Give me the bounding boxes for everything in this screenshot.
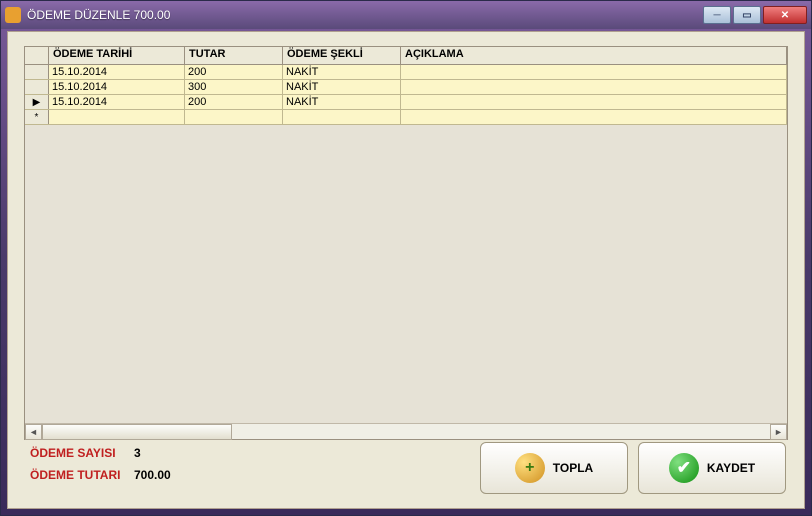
- check-icon: ✔: [669, 453, 699, 483]
- grid-body: 15.10.2014200NAKİT15.10.2014300NAKİT▶15.…: [25, 65, 787, 125]
- sum-icon: +: [515, 453, 545, 483]
- cell-desc[interactable]: [401, 110, 787, 124]
- cell-method[interactable]: NAKİT: [283, 80, 401, 94]
- summary-panel: ÖDEME SAYISI 3 ÖDEME TUTARI 700.00: [30, 446, 171, 490]
- table-row[interactable]: ▶15.10.2014200NAKİT: [25, 95, 787, 110]
- row-marker: ▶: [25, 95, 49, 109]
- cell-method[interactable]: NAKİT: [283, 65, 401, 79]
- grid-header-amount[interactable]: TUTAR: [185, 47, 283, 64]
- cell-date[interactable]: 15.10.2014: [49, 80, 185, 94]
- action-buttons: + TOPLA ✔ KAYDET: [480, 442, 786, 494]
- titlebar[interactable]: ÖDEME DÜZENLE 700.00 ─ ▭ ✕: [1, 1, 811, 29]
- scroll-right-button[interactable]: ►: [770, 424, 787, 440]
- grid-header-method[interactable]: ÖDEME ŞEKLİ: [283, 47, 401, 64]
- cell-amount[interactable]: 200: [185, 65, 283, 79]
- cell-amount[interactable]: [185, 110, 283, 124]
- cell-method[interactable]: [283, 110, 401, 124]
- cell-desc[interactable]: [401, 80, 787, 94]
- window-controls: ─ ▭ ✕: [703, 6, 807, 24]
- window-title: ÖDEME DÜZENLE 700.00: [27, 8, 703, 22]
- app-icon: [5, 7, 21, 23]
- minimize-button[interactable]: ─: [703, 6, 731, 24]
- maximize-button[interactable]: ▭: [733, 6, 761, 24]
- row-marker: *: [25, 110, 49, 124]
- scroll-track[interactable]: [42, 424, 770, 439]
- payment-count-value: 3: [134, 446, 141, 460]
- cell-date[interactable]: [49, 110, 185, 124]
- scroll-thumb[interactable]: [42, 424, 232, 440]
- close-button[interactable]: ✕: [763, 6, 807, 24]
- payment-total-label: ÖDEME TUTARI: [30, 468, 134, 482]
- cell-date[interactable]: 15.10.2014: [49, 65, 185, 79]
- cell-date[interactable]: 15.10.2014: [49, 95, 185, 109]
- payment-total-value: 700.00: [134, 468, 171, 482]
- topla-label: TOPLA: [553, 461, 593, 475]
- app-window: ÖDEME DÜZENLE 700.00 ─ ▭ ✕ ÖDEME TARİHİ …: [0, 0, 812, 516]
- cell-desc[interactable]: [401, 65, 787, 79]
- table-row[interactable]: 15.10.2014300NAKİT: [25, 80, 787, 95]
- kaydet-button[interactable]: ✔ KAYDET: [638, 442, 786, 494]
- grid-header-desc[interactable]: AÇIKLAMA: [401, 47, 787, 64]
- payment-count-label: ÖDEME SAYISI: [30, 446, 134, 460]
- table-row[interactable]: *: [25, 110, 787, 125]
- client-area: ÖDEME TARİHİ TUTAR ÖDEME ŞEKLİ AÇIKLAMA …: [7, 31, 805, 509]
- row-marker: [25, 65, 49, 79]
- scroll-left-button[interactable]: ◄: [25, 424, 42, 440]
- grid-header-date[interactable]: ÖDEME TARİHİ: [49, 47, 185, 64]
- cell-amount[interactable]: 200: [185, 95, 283, 109]
- cell-amount[interactable]: 300: [185, 80, 283, 94]
- horizontal-scrollbar[interactable]: ◄ ►: [25, 423, 787, 439]
- grid-header-marker: [25, 47, 49, 64]
- grid-header-row: ÖDEME TARİHİ TUTAR ÖDEME ŞEKLİ AÇIKLAMA: [25, 47, 787, 65]
- kaydet-label: KAYDET: [707, 461, 755, 475]
- topla-button[interactable]: + TOPLA: [480, 442, 628, 494]
- cell-desc[interactable]: [401, 95, 787, 109]
- row-marker: [25, 80, 49, 94]
- cell-method[interactable]: NAKİT: [283, 95, 401, 109]
- payments-grid[interactable]: ÖDEME TARİHİ TUTAR ÖDEME ŞEKLİ AÇIKLAMA …: [24, 46, 788, 440]
- table-row[interactable]: 15.10.2014200NAKİT: [25, 65, 787, 80]
